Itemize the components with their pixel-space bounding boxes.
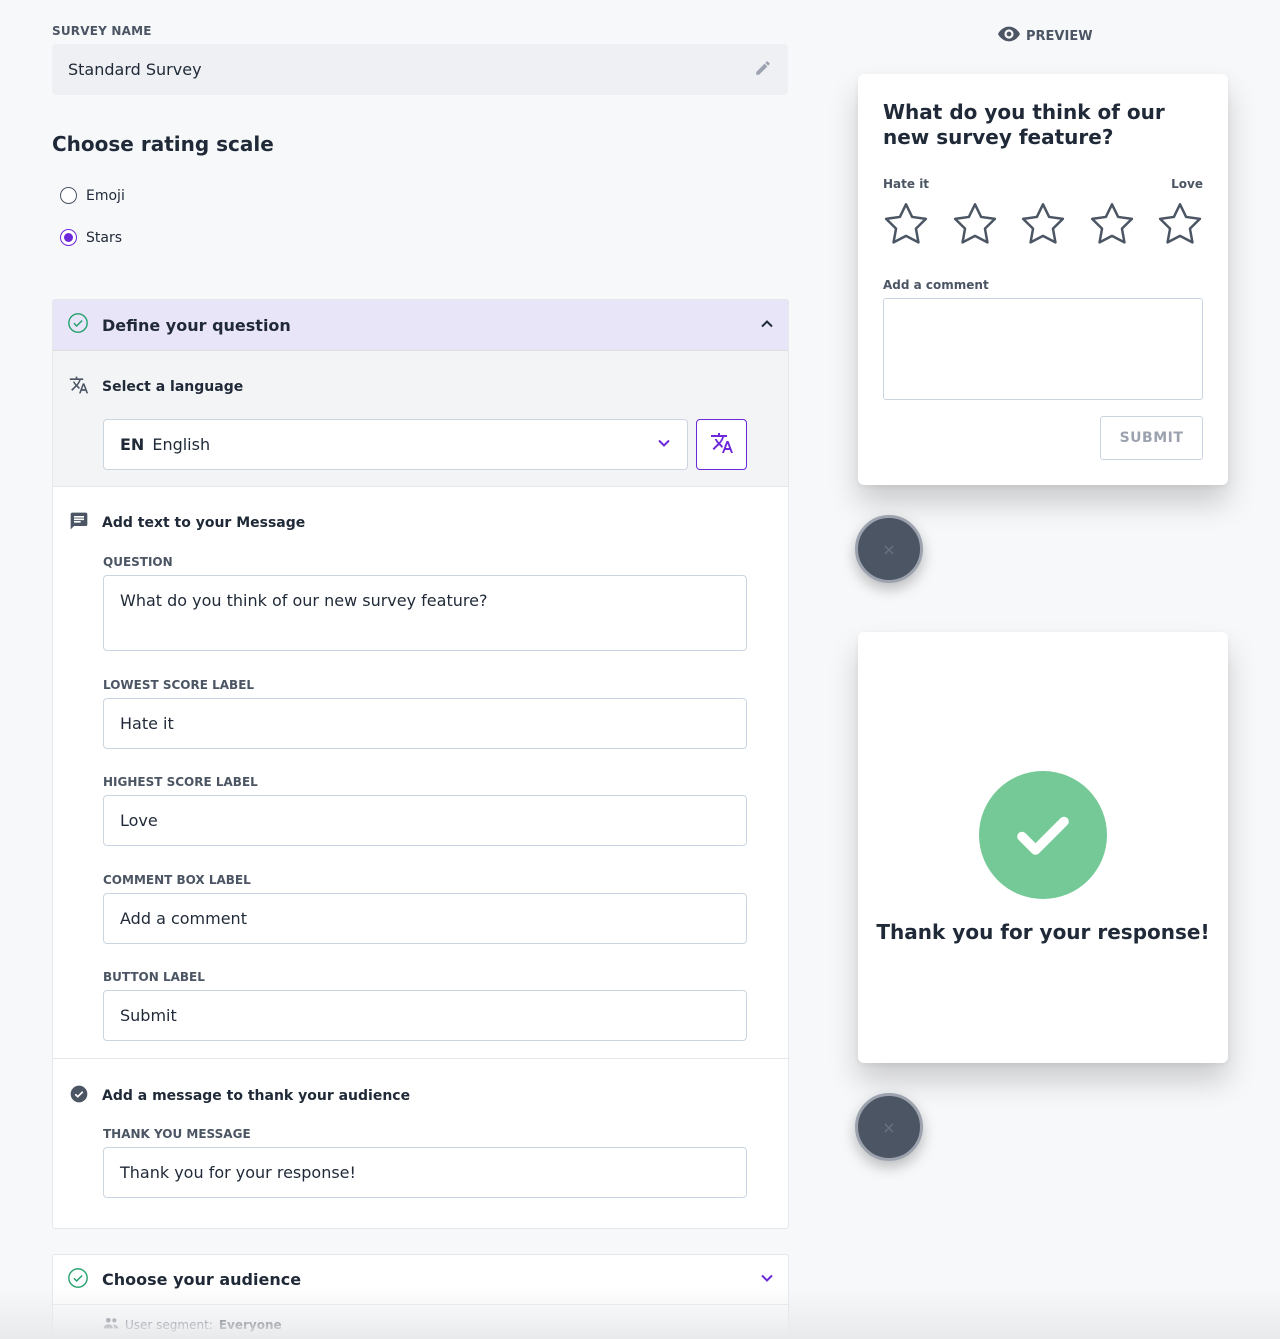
close-icon: × [882,539,896,559]
success-check-icon [979,771,1107,899]
user-segment-value: Everyone [218,1317,282,1332]
language-heading: Select a language [69,375,243,399]
preview-low-label: Hate it [883,177,930,191]
comment-box-input[interactable]: Add a comment [103,893,747,944]
radio-circle-selected[interactable] [60,229,77,246]
survey-name-label: SURVEY NAME [52,24,152,38]
preview-question: What do you think of our new survey feat… [883,100,1165,149]
chevron-down-icon [657,435,671,454]
thank-you-message-input[interactable]: Thank you for your response! [103,1147,747,1198]
preview-comment-box[interactable] [883,298,1203,400]
question-input[interactable]: What do you think of our new survey feat… [103,575,747,651]
star-icon[interactable] [1020,202,1066,250]
button-label-input[interactable]: Submit [103,990,747,1041]
comment-box-label: COMMENT BOX LABEL [103,873,251,887]
survey-name-field[interactable]: Standard Survey [52,44,788,95]
user-segment: User segment: Everyone [103,1317,282,1332]
language-section: Select a language EN English [53,351,788,487]
preview-label-text: PREVIEW [1026,28,1093,44]
star-icon[interactable] [1089,202,1135,250]
close-button[interactable]: × [855,1093,923,1161]
thank-you-message-label: THANK YOU MESSAGE [103,1127,251,1141]
question-label: QUESTION [103,555,173,569]
thank-you-preview-card: Thank you for your response! [858,632,1228,1063]
rating-scale-title: Choose rating scale [52,132,274,156]
star-icon[interactable] [883,202,929,250]
language-select[interactable]: EN English [103,419,688,470]
thanks-heading-label: Add a message to thank your audience [102,1088,411,1104]
language-heading-label: Select a language [102,379,244,395]
preview-thanks-text: Thank you for your response! [876,920,1210,944]
user-segment-prefix: User segment: [125,1317,213,1332]
audience-panel: Choose your audience User segment: Every… [52,1254,789,1339]
translate-icon [69,375,89,399]
radio-stars[interactable]: Stars [60,229,122,246]
preview-comment-label: Add a comment [883,278,989,292]
survey-name-value: Standard Survey [68,60,202,79]
check-circle-icon [67,312,89,338]
survey-preview-card: What do you think of our new survey feat… [858,74,1228,485]
filled-check-icon [69,1084,89,1108]
radio-emoji[interactable]: Emoji [60,187,125,204]
chevron-down-icon[interactable] [760,1270,774,1289]
lowest-score-input[interactable]: Hate it [103,698,747,749]
lowest-score-label: LOWEST SCORE LABEL [103,678,255,692]
eye-icon [998,26,1020,46]
preview-high-label: Love [1171,177,1203,191]
star-icon[interactable] [1157,202,1203,250]
audience-header[interactable]: Choose your audience [53,1255,788,1305]
message-heading-label: Add text to your Message [102,515,306,531]
translate-icon [710,431,734,459]
highest-score-label: HIGHEST SCORE LABEL [103,775,258,789]
star-icon[interactable] [952,202,998,250]
thanks-section: Add a message to thank your audience THA… [53,1059,788,1229]
radio-circle[interactable] [60,187,77,204]
chevron-up-icon[interactable] [760,316,774,335]
message-section: Add text to your Message QUESTION What d… [53,487,788,1059]
thanks-heading: Add a message to thank your audience [69,1084,410,1108]
language-name: English [152,435,211,454]
language-code: EN [120,435,145,454]
close-icon: × [882,1117,896,1137]
preview-submit-button[interactable]: SUBMIT [1100,416,1203,460]
define-question-panel: Define your question Select a language E… [52,299,789,1229]
pencil-icon[interactable] [754,59,772,81]
message-heading: Add text to your Message [69,511,305,535]
check-circle-icon [67,1267,89,1293]
radio-stars-label: Stars [86,229,123,246]
define-question-title: Define your question [102,315,291,335]
chat-icon [69,511,89,535]
button-label-label: BUTTON LABEL [103,970,205,984]
preview-label: PREVIEW [998,26,1093,46]
users-icon [103,1317,119,1332]
define-question-header[interactable]: Define your question [53,300,788,351]
audience-title: Choose your audience [102,1270,302,1289]
close-button[interactable]: × [855,515,923,583]
star-rating [883,202,1203,250]
radio-emoji-label: Emoji [86,187,125,204]
highest-score-input[interactable]: Love [103,795,747,846]
translate-button[interactable] [696,419,747,470]
